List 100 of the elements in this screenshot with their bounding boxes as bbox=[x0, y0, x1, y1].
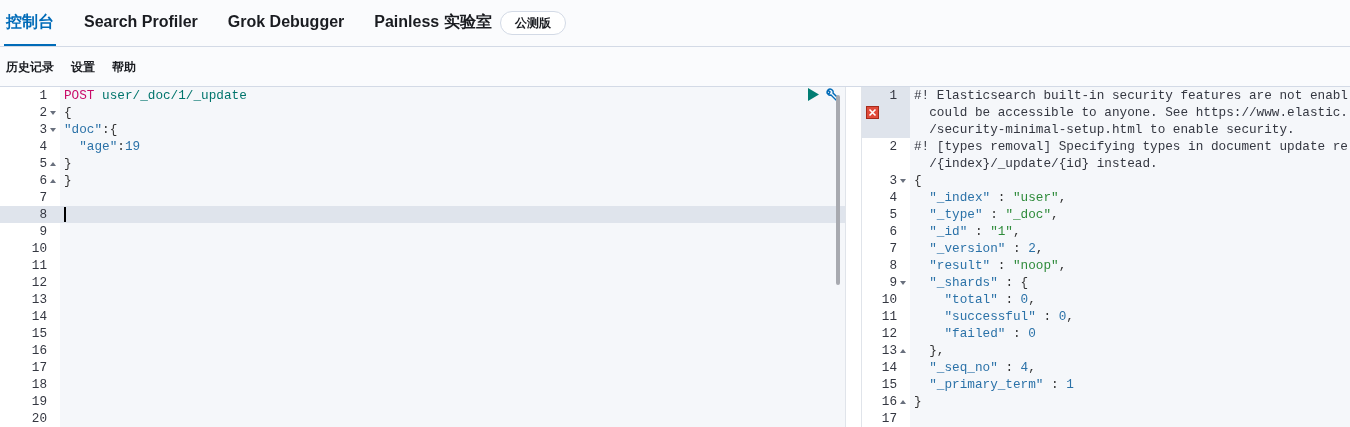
code-token: 0 bbox=[1020, 291, 1029, 309]
line-number: 15 bbox=[30, 325, 47, 343]
line-number: 12 bbox=[880, 325, 897, 343]
code-token: } bbox=[64, 155, 72, 173]
tab[interactable]: Grok Debugger bbox=[225, 0, 347, 46]
menu-link[interactable]: 历史记录 bbox=[6, 57, 54, 76]
code-token: "_index" bbox=[928, 189, 991, 207]
line-number: 5 bbox=[888, 206, 897, 224]
code-token: 1 bbox=[1066, 376, 1074, 394]
code-token: : bbox=[1012, 240, 1022, 258]
code-token: { bbox=[64, 104, 72, 122]
line-number: 2 bbox=[38, 104, 47, 122]
line-number: 2 bbox=[888, 138, 897, 156]
fold-arrow-icon[interactable] bbox=[900, 399, 906, 404]
line-number: 17 bbox=[30, 359, 47, 377]
line-number: 18 bbox=[30, 376, 47, 394]
code-token: , bbox=[1028, 291, 1036, 309]
code-token: "_seq_no" bbox=[928, 359, 998, 377]
line-number: 3 bbox=[38, 121, 47, 139]
line-number: 15 bbox=[880, 376, 897, 394]
error-icon bbox=[866, 106, 879, 119]
line-number: 20 bbox=[30, 410, 47, 427]
code-token: : bbox=[1042, 308, 1053, 326]
code-token: "user" bbox=[1013, 189, 1059, 207]
code-token: #! Elasticsearch built-in security features are not enabl bbox=[914, 87, 1348, 105]
fold-arrow-icon[interactable] bbox=[50, 178, 56, 183]
code-token: , bbox=[1035, 240, 1044, 258]
code-token: : bbox=[1004, 359, 1014, 377]
code-token: /{index}/_update/{id} instead. bbox=[928, 155, 1158, 173]
code-token: : { bbox=[1004, 274, 1029, 292]
line-number: 7 bbox=[888, 240, 897, 258]
line-number: 17 bbox=[880, 410, 897, 427]
line-number: 8 bbox=[38, 206, 47, 224]
tab[interactable]: Search Profiler bbox=[82, 0, 200, 46]
line-number: 6 bbox=[38, 172, 47, 190]
fold-arrow-icon[interactable] bbox=[900, 280, 906, 285]
code-token: , bbox=[1066, 308, 1074, 326]
code-token: "age" bbox=[78, 138, 118, 156]
code-token: : bbox=[996, 257, 1007, 275]
line-number: 4 bbox=[38, 138, 47, 156]
line-number: 13 bbox=[880, 342, 897, 360]
beta-badge: 公测版 bbox=[499, 11, 566, 35]
code-token: 4 bbox=[1020, 359, 1029, 377]
fold-arrow-icon[interactable] bbox=[50, 161, 56, 166]
code-token: "_doc" bbox=[1005, 206, 1052, 224]
code-token: , bbox=[1058, 257, 1067, 275]
line-number: 16 bbox=[30, 342, 47, 360]
code-token: "_version" bbox=[928, 240, 1006, 258]
fold-arrow-icon[interactable] bbox=[50, 127, 56, 132]
menu-link[interactable]: 设置 bbox=[71, 57, 95, 76]
line-number: 5 bbox=[38, 155, 47, 173]
code-token: : bbox=[117, 138, 125, 156]
code-token: : bbox=[1012, 325, 1022, 343]
code-token: "total" bbox=[943, 291, 998, 309]
code-token: , bbox=[1058, 189, 1067, 207]
line-number: 13 bbox=[30, 291, 47, 309]
code-token: : bbox=[1050, 376, 1060, 394]
code-token: "_id" bbox=[928, 223, 968, 241]
tab[interactable]: Painless 实验室 bbox=[372, 0, 494, 46]
line-number: 10 bbox=[30, 240, 47, 258]
line-number: 8 bbox=[888, 257, 897, 275]
code-token: "_primary_term" bbox=[928, 376, 1044, 394]
code-token: "failed" bbox=[943, 325, 1006, 343]
code-token: 19 bbox=[124, 138, 141, 156]
code-token: "_shards" bbox=[928, 274, 998, 292]
code-token: 0 bbox=[1058, 308, 1067, 326]
line-number: 11 bbox=[880, 308, 897, 326]
scrollbar[interactable] bbox=[836, 95, 840, 285]
text-cursor bbox=[64, 207, 66, 222]
line-number: 14 bbox=[30, 308, 47, 326]
code-token: "successful" bbox=[943, 308, 1036, 326]
line-number: 4 bbox=[888, 189, 897, 207]
code-token: , bbox=[1013, 223, 1021, 241]
code-token: /security-minimal-setup.html to enable security. bbox=[928, 121, 1295, 139]
play-icon[interactable] bbox=[808, 88, 819, 101]
code-token: "doc" bbox=[64, 121, 103, 139]
line-number: 12 bbox=[30, 274, 47, 292]
line-number: 9 bbox=[888, 274, 897, 292]
menu-link[interactable]: 帮助 bbox=[112, 57, 136, 76]
code-token: : bbox=[973, 223, 984, 241]
line-number: 11 bbox=[30, 257, 47, 275]
line-number: 3 bbox=[888, 172, 897, 190]
code-token: : bbox=[1004, 291, 1014, 309]
code-token: 0 bbox=[1028, 325, 1036, 343]
line-number: 7 bbox=[38, 189, 47, 207]
code-token: user/_doc/1/_update bbox=[101, 87, 247, 105]
line-number: 16 bbox=[880, 393, 897, 411]
code-token: "result" bbox=[928, 257, 991, 275]
fold-arrow-icon[interactable] bbox=[900, 178, 906, 183]
fold-arrow-icon[interactable] bbox=[50, 110, 56, 115]
code-token: : bbox=[996, 189, 1007, 207]
code-token: "1" bbox=[990, 223, 1013, 241]
code-token: "_type" bbox=[928, 206, 983, 224]
line-number: 9 bbox=[38, 223, 47, 241]
line-number: 14 bbox=[880, 359, 897, 377]
line-number: 1 bbox=[888, 87, 897, 105]
fold-arrow-icon[interactable] bbox=[900, 348, 906, 353]
line-number: 6 bbox=[888, 223, 897, 241]
line-number: 19 bbox=[30, 393, 47, 411]
code-token: could be accessible to anyone. See https://www.elastic. bbox=[928, 104, 1348, 122]
